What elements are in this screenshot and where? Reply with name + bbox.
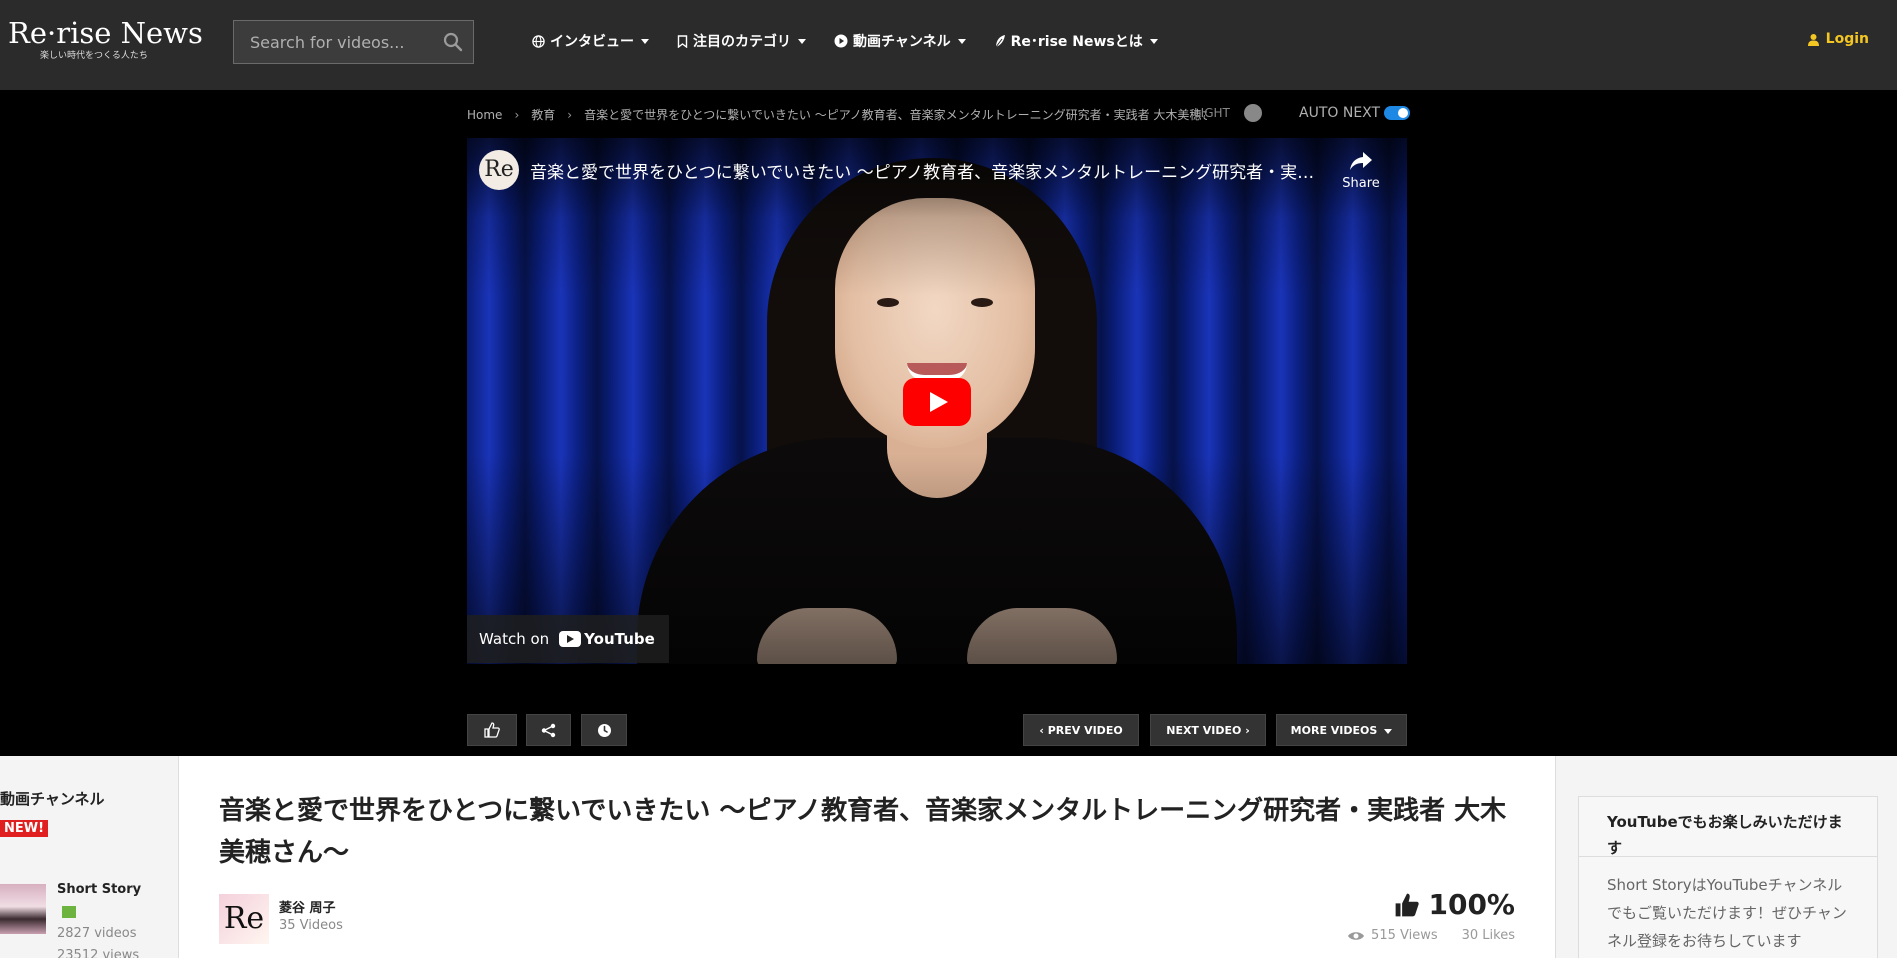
youtube-wordmark: YouTube	[584, 630, 655, 648]
breadcrumb-category[interactable]: 教育	[531, 106, 555, 123]
nav-item-label: 注目のカテゴリ	[693, 34, 791, 50]
player-zone: Home › 教育 › 音楽と愛で世界をひとつに繋いでいきたい ～ピアノ教育者、…	[0, 90, 1897, 756]
view-count: 515 Views	[1371, 928, 1438, 943]
logo-text: Re·rise News	[8, 16, 203, 50]
play-circle-icon	[834, 34, 848, 48]
chevron-down-icon	[641, 38, 649, 44]
chevron-down-icon	[1384, 728, 1393, 734]
rating-value: 100%	[1428, 888, 1515, 921]
logo-tagline: 楽しい時代をつくる人たち	[40, 51, 148, 61]
author-video-count: 35 Videos	[279, 918, 343, 933]
channel-video-count: 2827 videos	[57, 926, 137, 941]
share-icon	[541, 723, 556, 737]
next-video-label: NEXT VIDEO ›	[1154, 724, 1262, 737]
breadcrumb: Home › 教育 › 音楽と愛で世界をひとつに繋いでいきたい ～ピアノ教育者、…	[467, 106, 1207, 123]
auto-next-toggle[interactable]	[1384, 106, 1411, 120]
youtube-video-title[interactable]: 音楽と愛で世界をひとつに繋いでいきたい ～ピアノ教育者、音楽家メンタルトレーニン…	[530, 158, 1320, 183]
breadcrumb-current: 音楽と愛で世界をひとつに繋いでいきたい ～ピアノ教育者、音楽家メンタルトレーニン…	[584, 108, 1207, 122]
more-videos-button[interactable]: MORE VIDEOS	[1276, 714, 1407, 746]
channel-thumbnail[interactable]	[0, 884, 46, 934]
nav-item-label: インタビュー	[550, 34, 634, 50]
more-videos-label: MORE VIDEOS	[1279, 724, 1405, 737]
auto-next-control: AUTO NEXT	[1299, 105, 1411, 121]
share-label: Share	[1342, 176, 1380, 191]
lightbulb-icon[interactable]	[1244, 104, 1262, 122]
chevron-down-icon	[1149, 38, 1158, 44]
site-logo[interactable]: Re·rise News 楽しい時代をつくる人たち	[8, 16, 203, 64]
eye-icon	[1348, 931, 1365, 940]
youtube-channel-avatar[interactable]: Re	[479, 150, 519, 190]
channel-view-count: 23512 views	[57, 948, 140, 958]
search-input[interactable]	[234, 21, 434, 63]
login-label: Login	[1825, 31, 1869, 47]
thumbs-up-icon	[484, 722, 500, 738]
watch-on-youtube-button[interactable]: Watch on YouTube	[467, 615, 669, 663]
channel-name[interactable]: Short Story	[57, 882, 141, 897]
leaf-icon	[995, 35, 1005, 48]
youtube-share-button[interactable]: Share	[1335, 150, 1387, 191]
share-arrow-icon	[1350, 152, 1372, 170]
site-header: Re·rise News 楽しい時代をつくる人たち インタビュー 注目のカテゴリ	[0, 0, 1897, 90]
video-player[interactable]: Re 音楽と愛で世界をひとつに繋いでいきたい ～ピアノ教育者、音楽家メンタルトレ…	[467, 138, 1407, 664]
widget-body: Short StoryはYouTubeチャンネルでもご覧いただけます！ぜひチャン…	[1607, 876, 1847, 950]
like-count: 30 Likes	[1461, 928, 1515, 943]
verified-check-icon	[62, 906, 76, 918]
main-nav: インタビュー 注目のカテゴリ 動画チャンネル Re･rise Newsとは	[532, 30, 1186, 52]
youtube-widget: YouTubeでもお楽しみいただけます Short StoryはYouTubeチ…	[1578, 796, 1878, 958]
thumbs-up-icon	[1396, 893, 1420, 916]
youtube-logo: YouTube	[559, 630, 655, 648]
play-button[interactable]	[903, 378, 971, 426]
chevron-right-icon: ›	[567, 107, 573, 122]
light-toggle-label[interactable]: LIGHT	[1194, 106, 1230, 120]
prev-video-text: PREV VIDEO	[1047, 723, 1123, 737]
page-title: 音楽と愛で世界をひとつに繋いでいきたい ～ピアノ教育者、音楽家メンタルトレーニン…	[219, 796, 1507, 868]
chevron-right-icon: ›	[1241, 723, 1250, 737]
share-button[interactable]	[526, 714, 571, 746]
author-avatar[interactable]: Re	[219, 894, 269, 944]
nav-item-label: Re･rise Newsとは	[1010, 34, 1143, 50]
prev-video-button[interactable]: ‹ PREV VIDEO	[1023, 714, 1139, 746]
nav-item-label: 動画チャンネル	[853, 34, 951, 50]
chevron-down-icon	[957, 38, 966, 44]
nav-item-interview[interactable]: インタビュー	[532, 30, 649, 52]
watch-later-button[interactable]	[581, 714, 627, 746]
sidebar-title: 動画チャンネル	[0, 790, 105, 808]
new-badge: NEW!	[0, 820, 49, 837]
next-video-text: NEXT VIDEO	[1166, 723, 1242, 737]
video-stats: 515 Views 30 Likes	[1347, 928, 1515, 943]
nav-item-channels[interactable]: 動画チャンネル	[834, 30, 966, 52]
main-content: 音楽と愛で世界をひとつに繋いでいきたい ～ピアノ教育者、音楽家メンタルトレーニン…	[178, 756, 1556, 958]
watch-on-label: Watch on	[479, 630, 550, 648]
auto-next-label: AUTO NEXT	[1299, 105, 1381, 121]
nav-item-categories[interactable]: 注目のカテゴリ	[677, 30, 806, 52]
clock-icon	[597, 723, 611, 737]
search-icon[interactable]	[443, 32, 463, 52]
author-name[interactable]: 菱谷 周子	[279, 897, 336, 916]
login-link[interactable]: Login	[1807, 31, 1869, 47]
next-video-button[interactable]: NEXT VIDEO ›	[1150, 714, 1266, 746]
user-icon	[1807, 33, 1819, 46]
bookmark-icon	[677, 34, 688, 48]
chevron-right-icon: ›	[514, 107, 520, 122]
nav-item-about[interactable]: Re･rise Newsとは	[994, 30, 1158, 52]
chevron-down-icon	[798, 38, 806, 44]
right-sidebar: YouTubeでもお楽しみいただけます Short StoryはYouTubeチ…	[1556, 756, 1897, 958]
more-videos-text: MORE VIDEOS	[1290, 723, 1378, 737]
prev-video-label: ‹ PREV VIDEO	[1027, 724, 1134, 737]
globe-icon	[532, 34, 545, 48]
like-button[interactable]	[467, 714, 517, 746]
youtube-play-icon	[559, 631, 582, 647]
search-box	[233, 20, 474, 64]
left-sidebar: 動画チャンネル NEW! Short Story 2827 videos 235…	[0, 756, 178, 958]
breadcrumb-home[interactable]: Home	[467, 108, 502, 122]
widget-title: YouTubeでもお楽しみいただけます	[1579, 797, 1877, 857]
chevron-left-icon: ‹	[1039, 723, 1048, 737]
like-rating: 100%	[1394, 888, 1515, 921]
